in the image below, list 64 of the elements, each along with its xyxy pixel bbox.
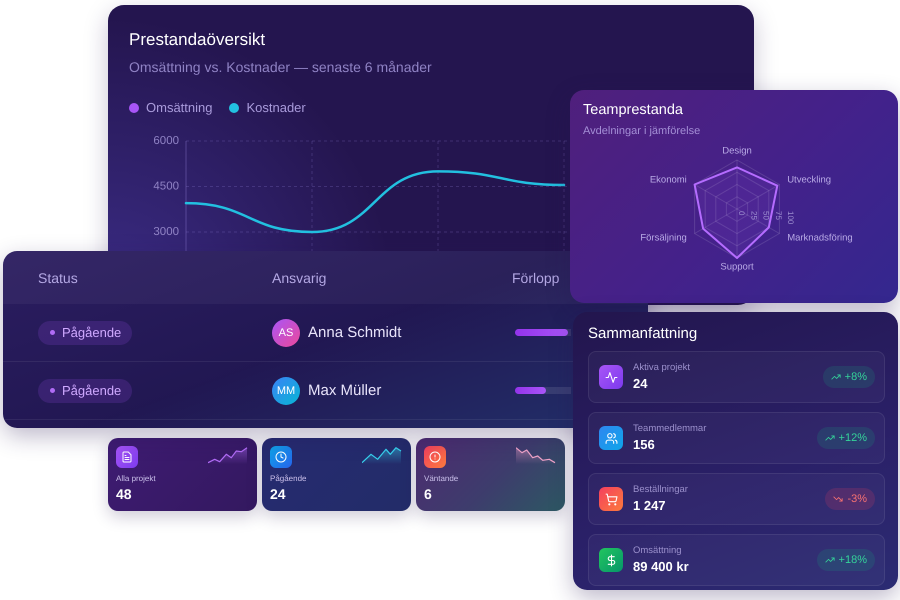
cart-icon <box>599 487 623 511</box>
sparkline <box>516 447 556 464</box>
axis-tick-label: 25 <box>749 211 758 220</box>
status-label: Pågående <box>62 383 122 398</box>
axis-label: Design <box>722 146 752 156</box>
stat-label: Väntande <box>424 474 460 484</box>
card-subtitle: Omsättning vs. Kostnader — senaste 6 månader <box>129 58 433 76</box>
summary-label: Aktiva projekt <box>633 362 690 374</box>
summary-label: Teammedlemmar <box>633 423 706 435</box>
axis-tick-label: 0 <box>737 211 746 216</box>
users-icon <box>599 426 623 450</box>
summary-value: 89 400 kr <box>633 559 689 575</box>
axis-label: Marknadsföring <box>787 232 853 244</box>
avatar: MM <box>272 376 300 404</box>
activity-icon <box>599 365 623 389</box>
axis-tick-label: 50 <box>762 211 770 220</box>
legend-label: Omsättning <box>146 100 212 116</box>
summary-value: 1 247 <box>633 498 667 514</box>
axis-label: Support <box>720 262 754 272</box>
column-header: Ansvarig <box>272 270 328 286</box>
axis-label: Utveckling <box>787 174 832 186</box>
axis-tick-label: 100 <box>786 211 795 224</box>
trend-down-icon <box>833 494 844 504</box>
axis-label: Ekonomi <box>650 174 687 186</box>
stat-value: 6 <box>424 486 433 503</box>
axis-label: Försäljning <box>640 232 687 244</box>
status-dot-icon <box>50 388 55 393</box>
document-icon <box>116 446 138 468</box>
card-title: Teamprestanda <box>582 102 684 118</box>
sparkline <box>208 447 248 464</box>
trend-up-icon <box>824 555 835 565</box>
clock-icon <box>270 446 292 468</box>
stat-label: Pågående <box>270 474 308 484</box>
dollar-icon <box>599 548 623 572</box>
legend-label: Kostnader <box>246 100 306 116</box>
card-title: Prestandaöversikt <box>129 29 266 51</box>
axis-tick-label: 4500 <box>153 180 179 192</box>
summary-value: 24 <box>633 376 648 392</box>
summary-label: Beställningar <box>633 484 688 496</box>
change-value: -3% <box>847 492 867 506</box>
change-value: +18% <box>838 553 867 567</box>
column-header: Förlopp <box>512 270 560 286</box>
assignee-name: Anna Schmidt <box>308 324 402 341</box>
sparkline <box>362 447 402 464</box>
axis-tick-label: 75 <box>774 211 783 220</box>
card-subtitle: Avdelningar i jämförelse <box>582 124 702 138</box>
trend-up-icon <box>830 372 841 382</box>
stat-value: 48 <box>116 486 133 503</box>
status-label: Pågående <box>62 325 122 340</box>
assignee-name: Max Müller <box>308 382 382 399</box>
avatar: AS <box>272 318 300 346</box>
change-value: +8% <box>844 370 867 384</box>
column-header: Status <box>38 270 79 286</box>
status-dot-icon <box>50 330 55 335</box>
change-value: +12% <box>838 431 867 445</box>
summary-value: 156 <box>633 437 656 453</box>
axis-tick-label: 3000 <box>153 226 179 238</box>
card-title: Sammanfattning <box>588 325 698 343</box>
alert-icon <box>424 446 446 468</box>
stat-value: 24 <box>270 486 287 503</box>
summary-label: Omsättning <box>633 545 683 557</box>
trend-up-icon <box>824 433 835 443</box>
axis-tick-label: 6000 <box>153 135 179 147</box>
stat-label: Alla projekt <box>116 474 157 484</box>
